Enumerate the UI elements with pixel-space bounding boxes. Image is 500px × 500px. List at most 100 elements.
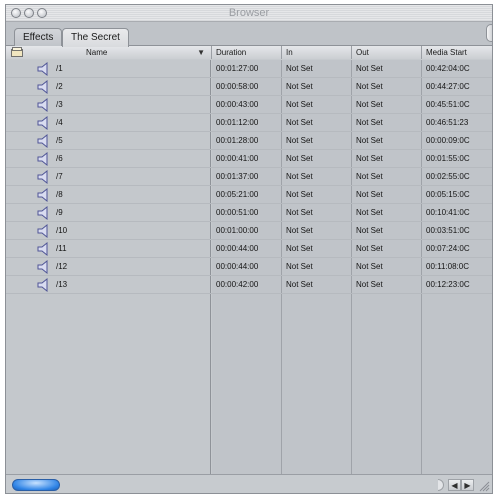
clip-media-start: 00:42:04:0C (426, 64, 470, 73)
header-name[interactable]: Name ▼ (6, 46, 212, 59)
header-name-label: Name (86, 48, 108, 57)
browser-table: Name ▼ Duration In Out Media Start /1 00:… (6, 46, 492, 474)
table-row[interactable]: /11 00:00:44:00 Not Set Not Set 00:07:24:0C (6, 240, 492, 258)
tab-overflow-knob[interactable] (486, 24, 492, 42)
clip-duration: 00:01:12:00 (216, 118, 259, 127)
audio-speaker-icon (37, 134, 48, 148)
clip-media-start: 00:11:08:0C (426, 262, 469, 271)
table-row[interactable]: /12 00:00:44:00 Not Set Not Set 00:11:08:0C (6, 258, 492, 276)
clip-name: /2 (56, 82, 63, 91)
clip-out: Not Set (356, 82, 383, 91)
table-row[interactable]: /1 00:01:27:00 Not Set Not Set 00:42:04:0C (6, 60, 492, 78)
clip-out: Not Set (356, 244, 383, 253)
clip-out: Not Set (356, 262, 383, 271)
horizontal-scroll-thumb[interactable] (12, 479, 60, 491)
clip-duration: 00:00:58:00 (216, 82, 259, 91)
clip-media-start: 00:45:51:0C (426, 100, 470, 109)
audio-speaker-icon (37, 62, 48, 76)
clip-out: Not Set (356, 64, 383, 73)
audio-speaker-icon (37, 80, 48, 94)
clip-name: /10 (56, 226, 68, 235)
title-bar[interactable]: Browser (6, 5, 492, 22)
clip-name: /5 (56, 136, 63, 145)
browser-window: Browser Effects The Secret Name ▼ Durati… (5, 4, 493, 494)
clip-duration: 00:01:27:00 (216, 64, 259, 73)
bottom-scroll-bar: ◀ ▶ (6, 474, 492, 493)
tab-effects[interactable]: Effects (14, 28, 63, 46)
table-row[interactable]: /13 00:00:42:00 Not Set Not Set 00:12:23:0C (6, 276, 492, 294)
clip-name: /11 (56, 244, 67, 253)
scroll-right-arrow-icon[interactable]: ▶ (461, 479, 474, 491)
table-row[interactable]: /8 00:05:21:00 Not Set Not Set 00:05:15:0C (6, 186, 492, 204)
clip-media-start: 00:01:55:0C (426, 154, 470, 163)
clip-duration: 00:01:00:00 (216, 226, 259, 235)
clip-media-start: 00:00:09:0C (426, 136, 470, 145)
header-out[interactable]: Out (352, 46, 422, 59)
clip-out: Not Set (356, 154, 383, 163)
scroll-left-arrow-icon[interactable]: ◀ (448, 479, 461, 491)
table-row[interactable]: /3 00:00:43:00 Not Set Not Set 00:45:51:0C (6, 96, 492, 114)
bin-icon (11, 47, 23, 57)
clip-name: /13 (56, 280, 68, 289)
audio-speaker-icon (37, 260, 48, 274)
clip-in: Not Set (286, 262, 313, 271)
clip-out: Not Set (356, 118, 383, 127)
clip-duration: 00:01:37:00 (216, 172, 259, 181)
resize-grip-icon[interactable] (478, 480, 490, 492)
header-media-start[interactable]: Media Start (422, 46, 492, 59)
clip-media-start: 00:44:27:0C (426, 82, 470, 91)
clip-name: /1 (56, 64, 63, 73)
clip-out: Not Set (356, 100, 383, 109)
header-duration[interactable]: Duration (212, 46, 282, 59)
clip-name: /9 (56, 208, 63, 217)
scroll-track-end (438, 479, 444, 491)
clip-media-start: 00:03:51:0C (426, 226, 470, 235)
clip-duration: 00:00:51:00 (216, 208, 259, 217)
clip-in: Not Set (286, 154, 313, 163)
clip-media-start: 00:46:51:23 (426, 118, 469, 127)
clip-out: Not Set (356, 208, 383, 217)
clip-media-start: 00:12:23:0C (426, 280, 470, 289)
table-row[interactable]: /2 00:00:58:00 Not Set Not Set 00:44:27:0C (6, 78, 492, 96)
clip-duration: 00:00:42:00 (216, 280, 259, 289)
window-title: Browser (228, 7, 270, 19)
clip-name: /7 (56, 172, 63, 181)
audio-speaker-icon (37, 188, 48, 202)
clip-duration: 00:05:21:00 (216, 190, 259, 199)
clip-in: Not Set (286, 190, 313, 199)
clip-media-start: 00:05:15:0C (426, 190, 470, 199)
table-header: Name ▼ Duration In Out Media Start (6, 46, 492, 59)
audio-speaker-icon (37, 98, 48, 112)
audio-speaker-icon (37, 170, 48, 184)
audio-speaker-icon (37, 242, 48, 256)
clip-out: Not Set (356, 172, 383, 181)
table-row[interactable]: /7 00:01:37:00 Not Set Not Set 00:02:55:0C (6, 168, 492, 186)
audio-speaker-icon (37, 206, 48, 220)
audio-speaker-icon (37, 278, 48, 292)
clip-duration: 00:00:44:00 (216, 262, 259, 271)
clip-media-start: 00:10:41:0C (426, 208, 470, 217)
header-in[interactable]: In (282, 46, 352, 59)
table-row[interactable]: /6 00:00:41:00 Not Set Not Set 00:01:55:0C (6, 150, 492, 168)
clip-in: Not Set (286, 280, 313, 289)
clip-in: Not Set (286, 136, 313, 145)
clip-in: Not Set (286, 100, 313, 109)
tab-the-secret[interactable]: The Secret (62, 28, 129, 47)
sort-arrow-icon[interactable]: ▼ (197, 48, 205, 57)
clip-in: Not Set (286, 244, 313, 253)
table-row[interactable]: /5 00:01:28:00 Not Set Not Set 00:00:09:0C (6, 132, 492, 150)
clip-in: Not Set (286, 82, 313, 91)
table-row[interactable]: /9 00:00:51:00 Not Set Not Set 00:10:41:0C (6, 204, 492, 222)
clip-name: /4 (56, 118, 63, 127)
table-row[interactable]: /10 00:01:00:00 Not Set Not Set 00:03:51:0C (6, 222, 492, 240)
clip-name: /6 (56, 154, 63, 163)
table-row[interactable]: /4 00:01:12:00 Not Set Not Set 00:46:51:23 (6, 114, 492, 132)
audio-speaker-icon (37, 116, 48, 130)
audio-speaker-icon (37, 224, 48, 238)
clip-in: Not Set (286, 64, 313, 73)
clip-in: Not Set (286, 208, 313, 217)
clip-name: /3 (56, 100, 63, 109)
clip-duration: 00:00:43:00 (216, 100, 259, 109)
clip-media-start: 00:07:24:0C (426, 244, 470, 253)
clip-in: Not Set (286, 172, 313, 181)
